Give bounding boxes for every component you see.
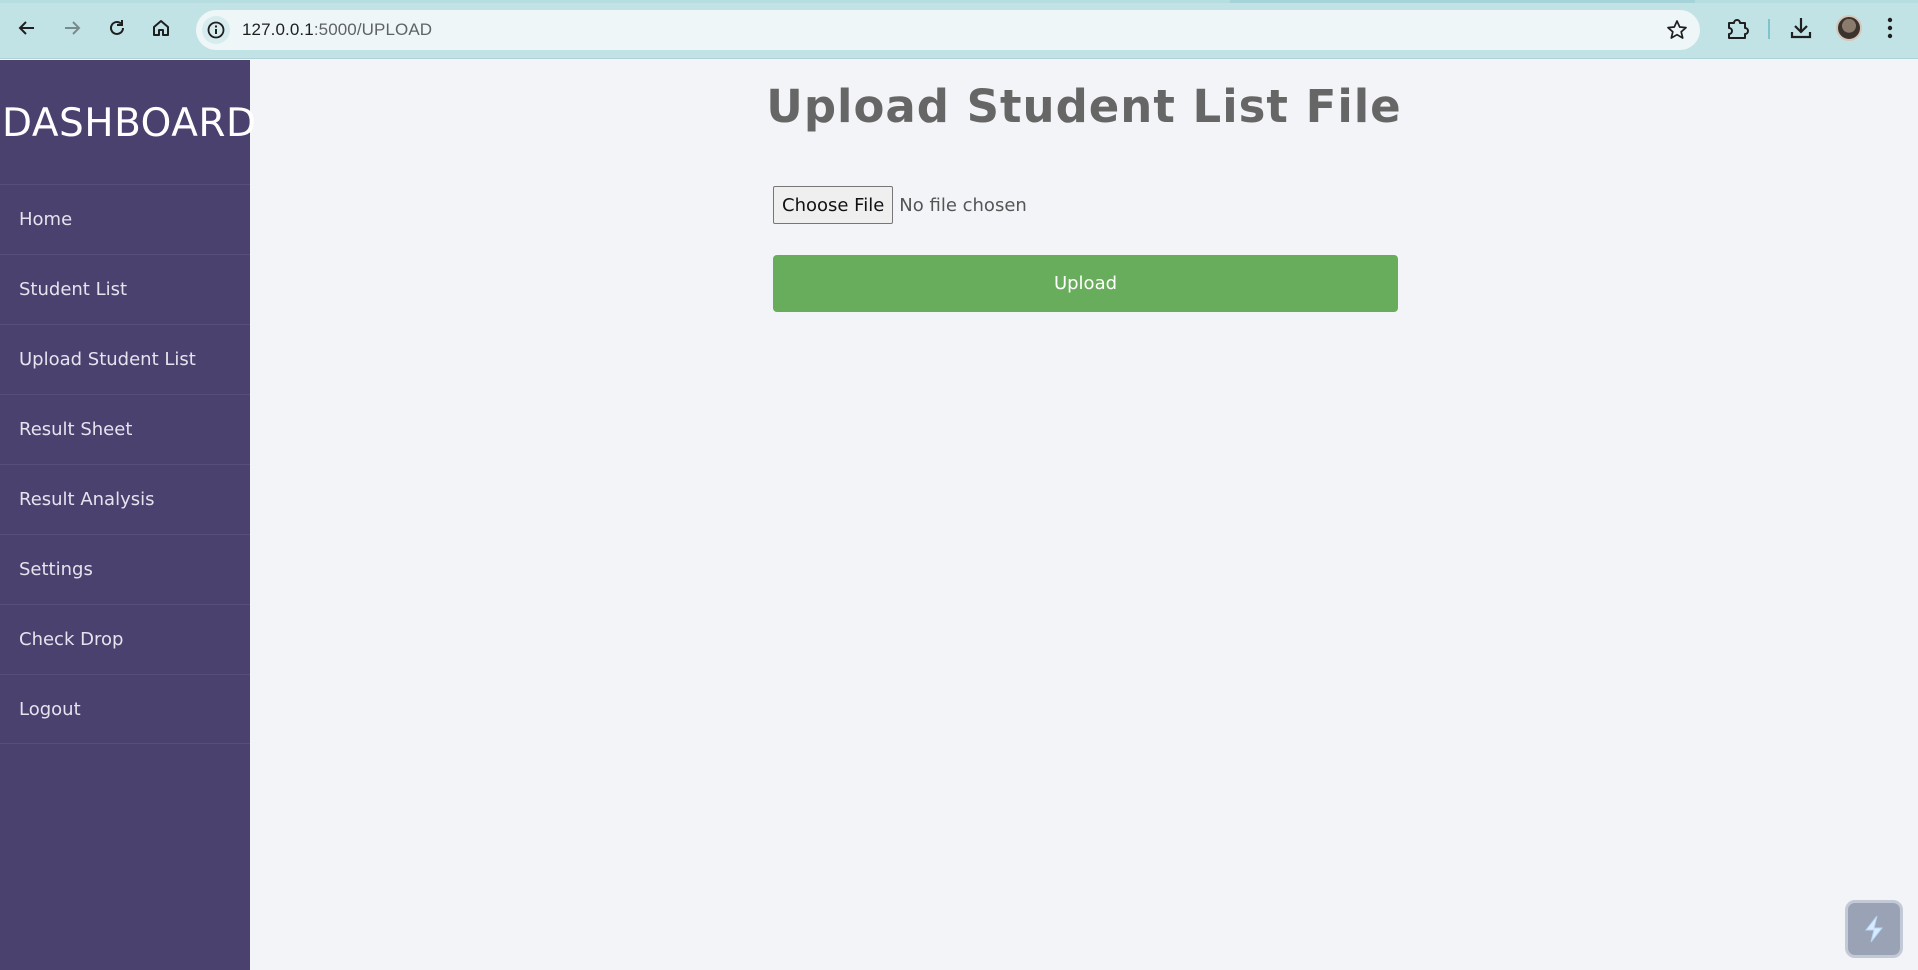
sidebar-item-settings[interactable]: Settings <box>0 534 250 604</box>
home-button[interactable] <box>147 14 175 42</box>
site-info-button[interactable] <box>202 16 230 44</box>
downloads-button[interactable] <box>1789 15 1813 45</box>
file-input[interactable]: Choose File No file chosen <box>773 186 1027 224</box>
home-icon <box>153 20 169 36</box>
main-content: Upload Student List File Choose File No … <box>250 60 1918 970</box>
page-title: Upload Student List File <box>766 80 1402 133</box>
sidebar-item-student-list[interactable]: Student List <box>0 254 250 324</box>
active-tab-edge <box>1230 0 1695 3</box>
floating-widget-button[interactable] <box>1845 900 1903 958</box>
sidebar-item-check-drop[interactable]: Check Drop <box>0 604 250 674</box>
address-bar[interactable]: 127.0.0.1:5000/UPLOAD <box>196 10 1700 50</box>
browser-toolbar: 127.0.0.1:5000/UPLOAD <box>0 0 1918 59</box>
reload-icon <box>110 20 124 35</box>
kebab-menu-icon <box>1887 17 1893 39</box>
choose-file-button[interactable]: Choose File <box>773 186 894 224</box>
url-path: :5000/UPLOAD <box>313 20 433 39</box>
star-icon <box>1667 20 1687 39</box>
reload-button[interactable] <box>103 14 131 42</box>
sidebar-item-result-analysis[interactable]: Result Analysis <box>0 464 250 534</box>
puzzle-icon <box>1728 19 1749 39</box>
sidebar: DASHBOARD Home Student List Upload Stude… <box>0 60 257 970</box>
forward-button[interactable] <box>58 14 86 42</box>
sidebar-menu: Home Student List Upload Student List Re… <box>0 184 250 744</box>
extensions-button[interactable] <box>1724 15 1750 45</box>
lightning-icon <box>1864 915 1884 943</box>
sidebar-item-upload-student-list[interactable]: Upload Student List <box>0 324 250 394</box>
info-icon <box>207 21 225 39</box>
sidebar-item-result-sheet[interactable]: Result Sheet <box>0 394 250 464</box>
download-icon <box>1790 18 1812 39</box>
file-status-text: No file chosen <box>899 194 1027 216</box>
dashboard-brand: DASHBOARD <box>2 101 257 146</box>
upload-button[interactable]: Upload <box>773 255 1398 312</box>
back-button[interactable] <box>13 14 41 42</box>
profile-avatar[interactable] <box>1836 15 1862 41</box>
arrow-right-icon <box>65 21 81 35</box>
url-text: 127.0.0.1:5000/UPLOAD <box>242 20 432 40</box>
browser-menu-button[interactable] <box>1886 15 1894 45</box>
sidebar-item-logout[interactable]: Logout <box>0 674 250 744</box>
toolbar-separator <box>1768 19 1770 39</box>
url-host: 127.0.0.1 <box>242 20 314 39</box>
arrow-left-icon <box>18 21 34 35</box>
tab-strip <box>0 0 1918 3</box>
sidebar-item-home[interactable]: Home <box>0 184 250 254</box>
bookmark-button[interactable] <box>1666 19 1688 45</box>
